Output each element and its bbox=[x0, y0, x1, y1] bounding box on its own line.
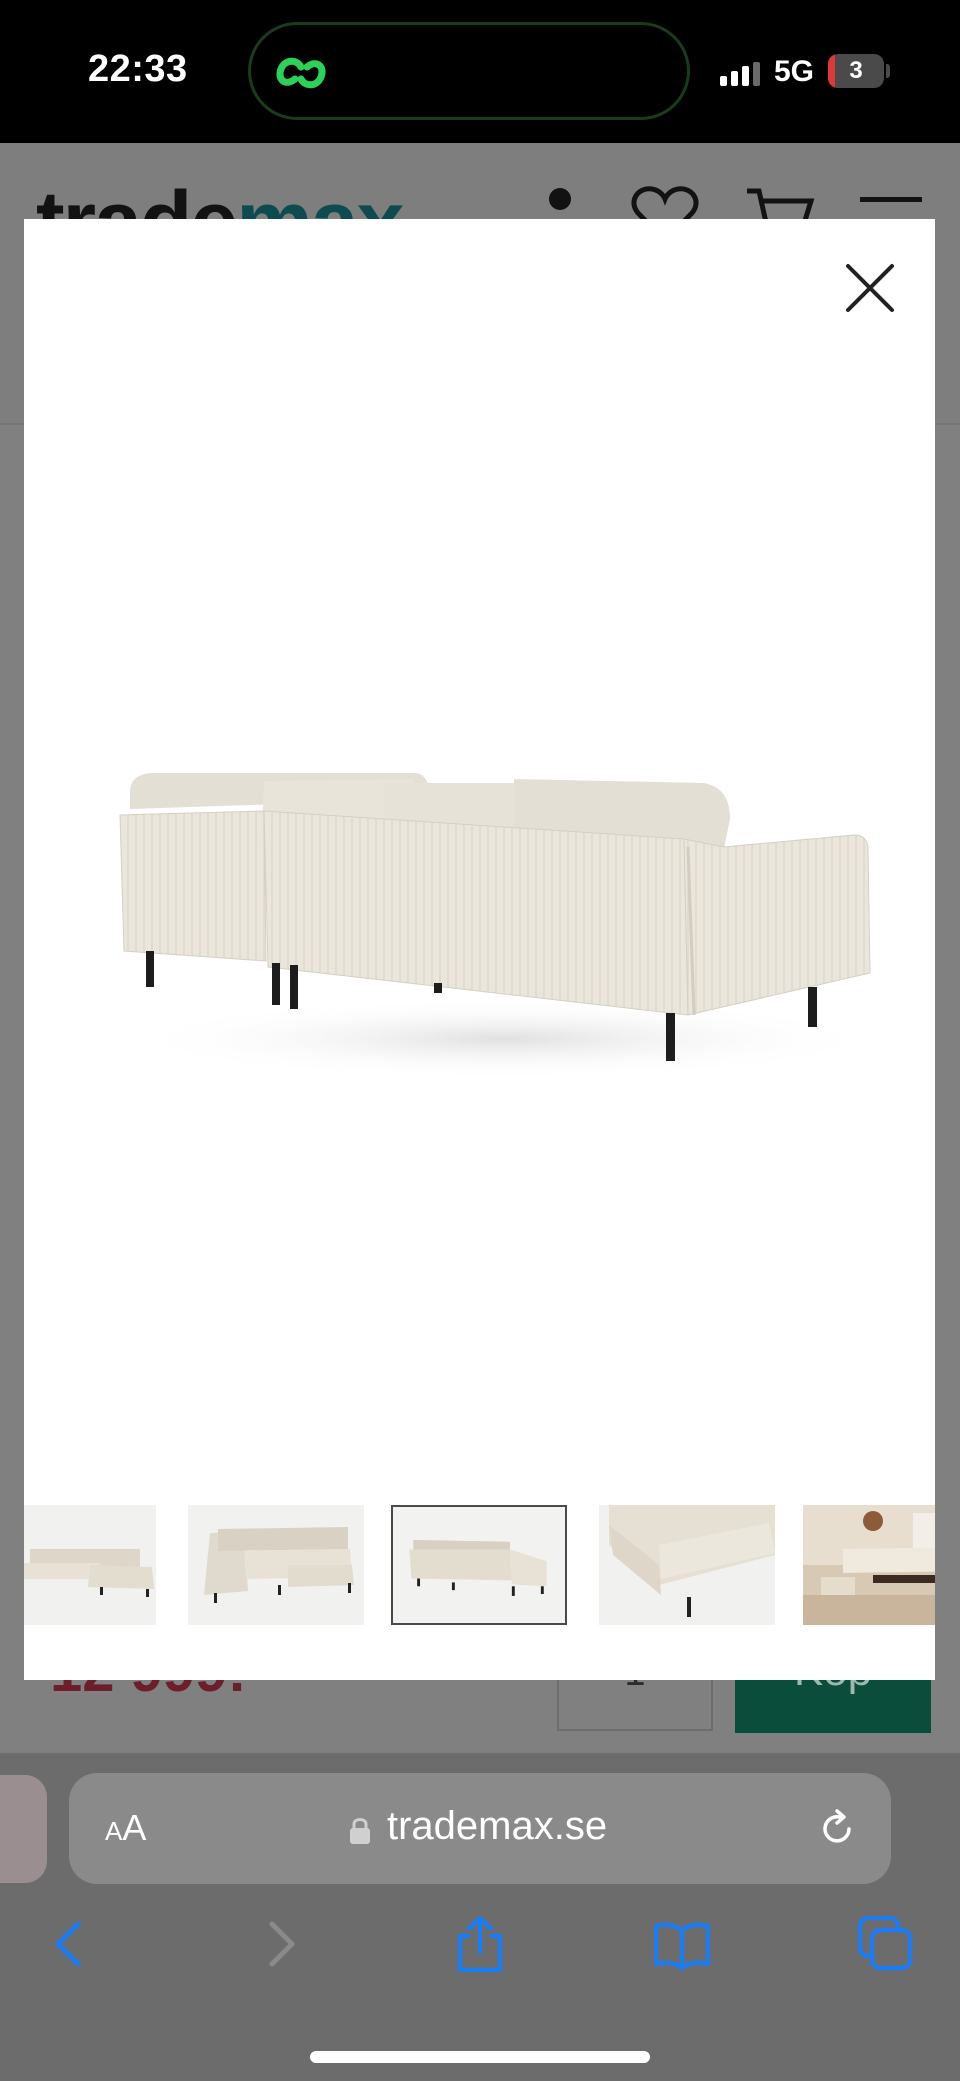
address-bar[interactable]: AA trademax.se bbox=[69, 1773, 891, 1884]
text-size-button[interactable]: AA bbox=[105, 1807, 146, 1849]
main-product-image bbox=[119, 773, 884, 1079]
home-indicator[interactable] bbox=[310, 2051, 650, 2063]
cellular-signal-icon bbox=[720, 62, 760, 86]
sofa-angle-thumbnail-image bbox=[204, 1527, 354, 1603]
network-type: 5G bbox=[774, 55, 815, 88]
safari-toolbar: AA trademax.se bbox=[0, 1753, 960, 2081]
text-size-label-large: A bbox=[122, 1807, 147, 1848]
share-icon[interactable] bbox=[452, 1916, 508, 1972]
back-icon[interactable] bbox=[44, 1916, 100, 1972]
lock-icon bbox=[350, 1818, 370, 1844]
bookmarks-icon[interactable] bbox=[654, 1916, 710, 1972]
sofa-detail-thumbnail-image bbox=[609, 1505, 775, 1617]
thumbnail-sofa-detail[interactable] bbox=[599, 1505, 775, 1625]
thumbnail-sofa-back[interactable] bbox=[391, 1505, 567, 1625]
url-text: trademax.se bbox=[387, 1804, 608, 1848]
battery-icon: 3 bbox=[828, 54, 884, 88]
battery-level: 3 bbox=[849, 57, 863, 84]
living-room-thumbnail-image bbox=[803, 1505, 935, 1625]
image-gallery-modal bbox=[24, 219, 935, 1680]
thumbnail-living-room[interactable] bbox=[803, 1505, 935, 1625]
sofa-back-thumbnail-image bbox=[409, 1539, 547, 1596]
text-size-label-small: A bbox=[105, 1816, 123, 1846]
status-bar: 22:33 5G 3 bbox=[0, 0, 960, 143]
status-time: 22:33 bbox=[88, 48, 188, 90]
thumbnail-sofa-front[interactable] bbox=[24, 1505, 156, 1625]
link-app-icon bbox=[276, 57, 326, 89]
thumbnail-strip bbox=[24, 1505, 935, 1627]
tabs-icon[interactable] bbox=[858, 1916, 914, 1972]
dynamic-island bbox=[248, 22, 690, 120]
battery-cap bbox=[886, 64, 890, 78]
sofa-front-thumbnail-image bbox=[24, 1549, 154, 1597]
reload-icon[interactable] bbox=[817, 1809, 857, 1849]
thumbnail-sofa-angle[interactable] bbox=[188, 1505, 364, 1625]
previous-tab-preview[interactable] bbox=[0, 1775, 47, 1883]
forward-icon[interactable] bbox=[250, 1916, 306, 1972]
close-icon[interactable] bbox=[842, 260, 898, 316]
